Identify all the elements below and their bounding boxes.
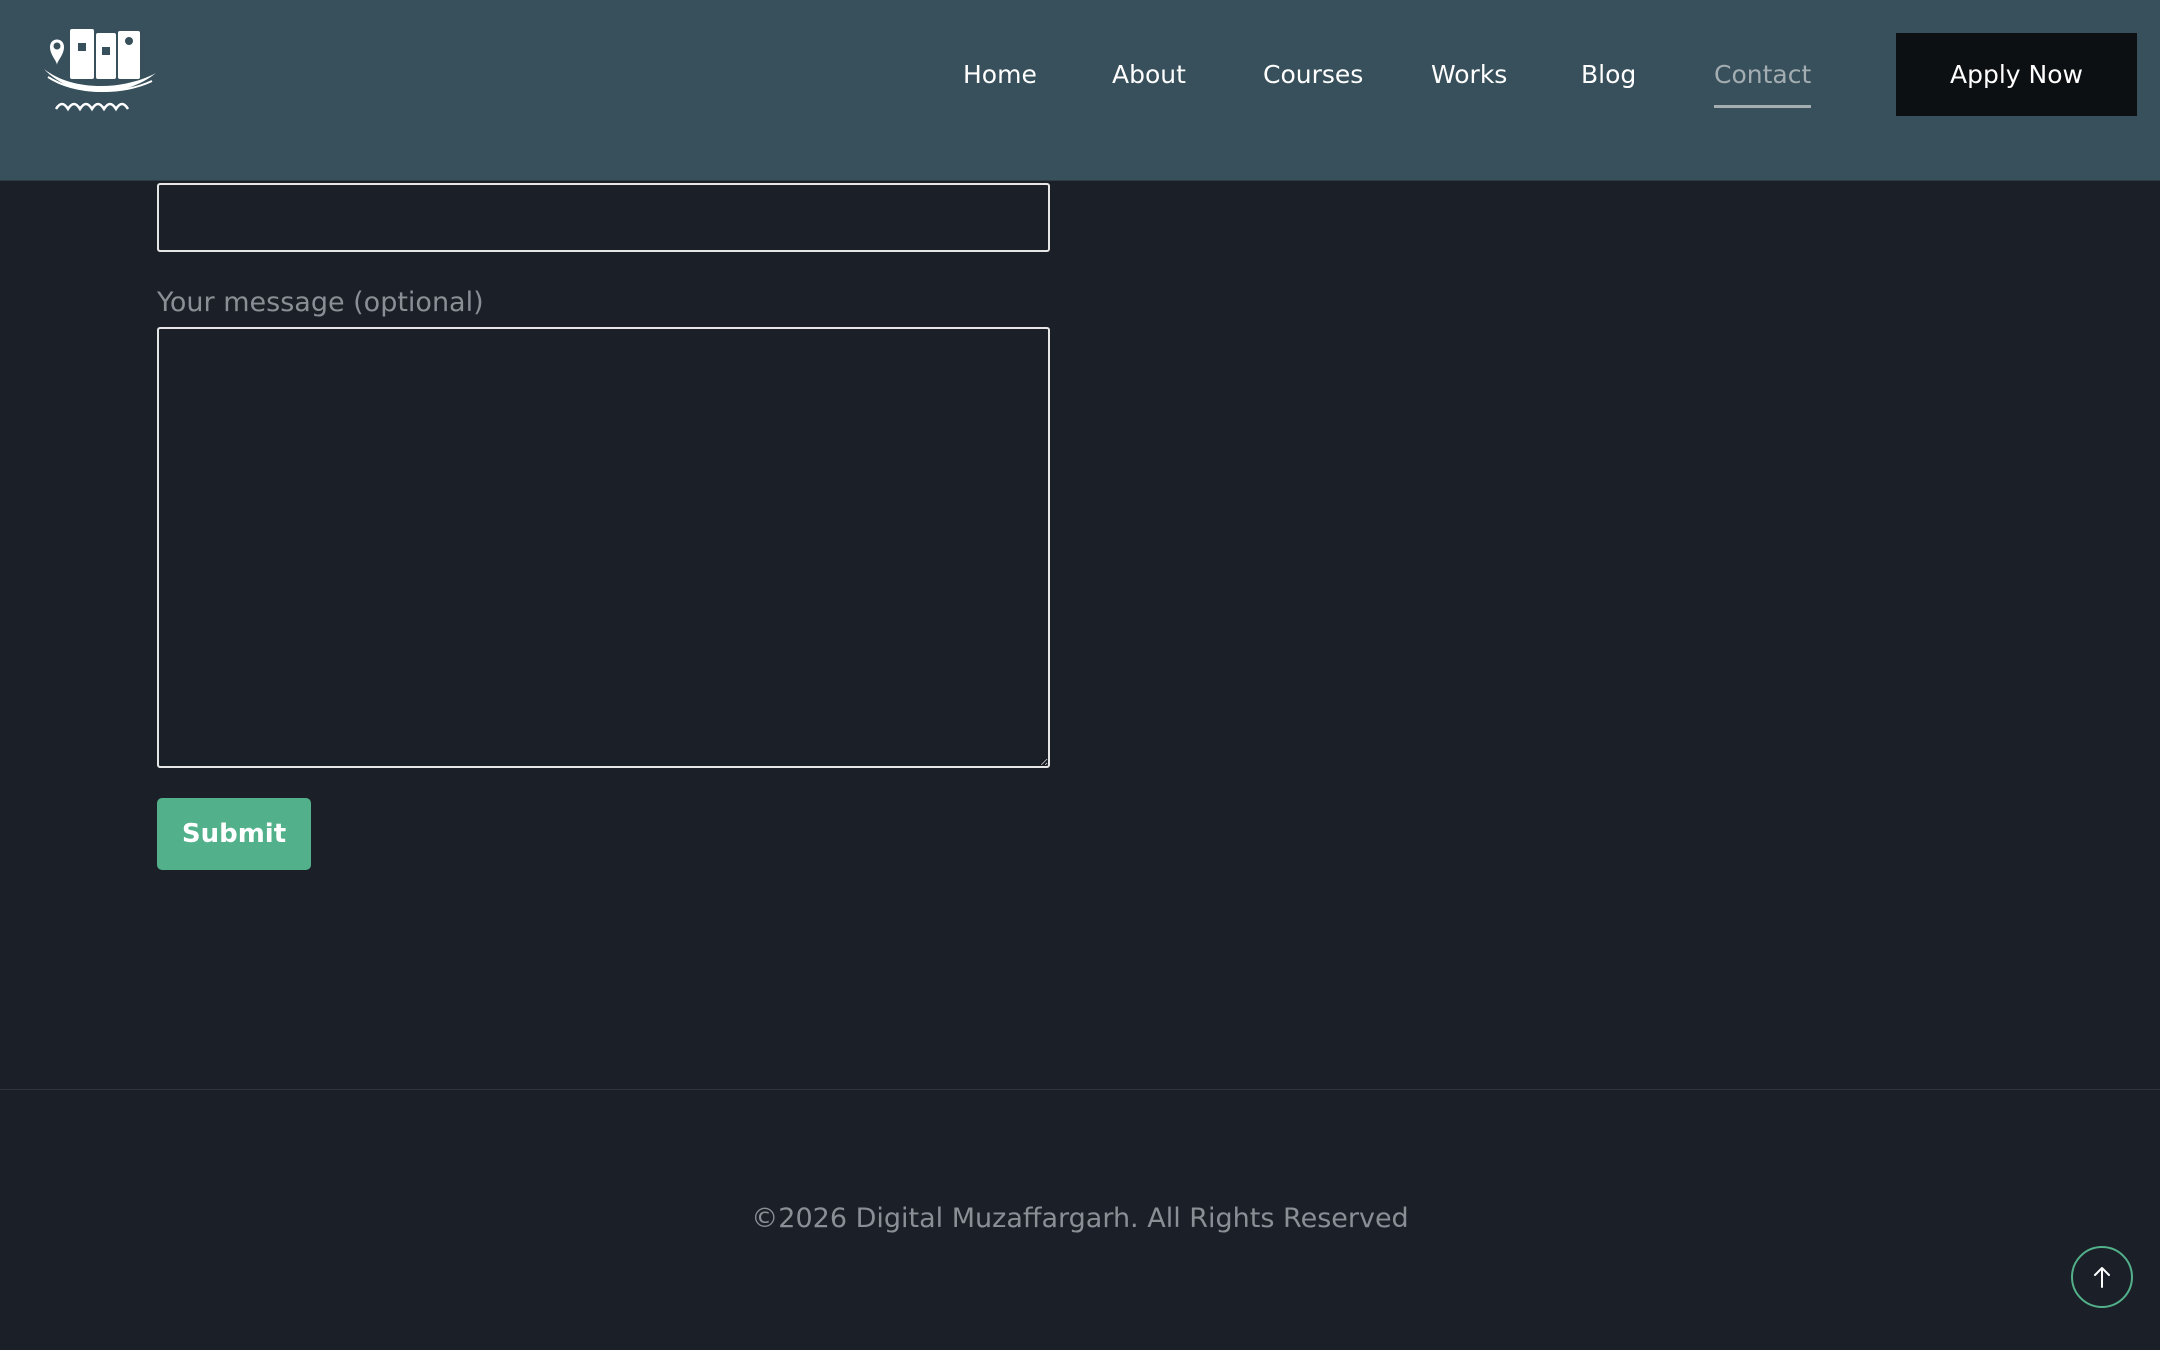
active-nav-underline: [1714, 105, 1812, 108]
message-label: Your message (optional): [157, 287, 484, 318]
nav-contact-label: Contact: [1714, 60, 1812, 89]
nav-works[interactable]: Works: [1431, 57, 1507, 93]
scroll-to-top-button[interactable]: [2071, 1246, 2133, 1308]
nav-courses[interactable]: Courses: [1263, 57, 1363, 93]
nav-about[interactable]: About: [1112, 57, 1186, 93]
logo-icon[interactable]: [42, 25, 158, 117]
apply-now-button[interactable]: Apply Now: [1896, 33, 2137, 116]
nav-contact[interactable]: Contact: [1714, 57, 1812, 108]
footer-divider: [0, 1089, 2160, 1090]
nav-home[interactable]: Home: [963, 57, 1037, 93]
message-textarea[interactable]: [157, 327, 1050, 768]
arrow-up-icon: [2094, 1267, 2110, 1288]
form-input-field[interactable]: [157, 183, 1050, 252]
nav-blog[interactable]: Blog: [1581, 57, 1636, 93]
site-header: Home About Courses Works Blog Contact Ap…: [0, 0, 2160, 181]
copyright-text: ©2026 Digital Muzaffargarh. All Rights R…: [751, 1203, 1409, 1234]
submit-button[interactable]: Submit: [157, 798, 311, 870]
